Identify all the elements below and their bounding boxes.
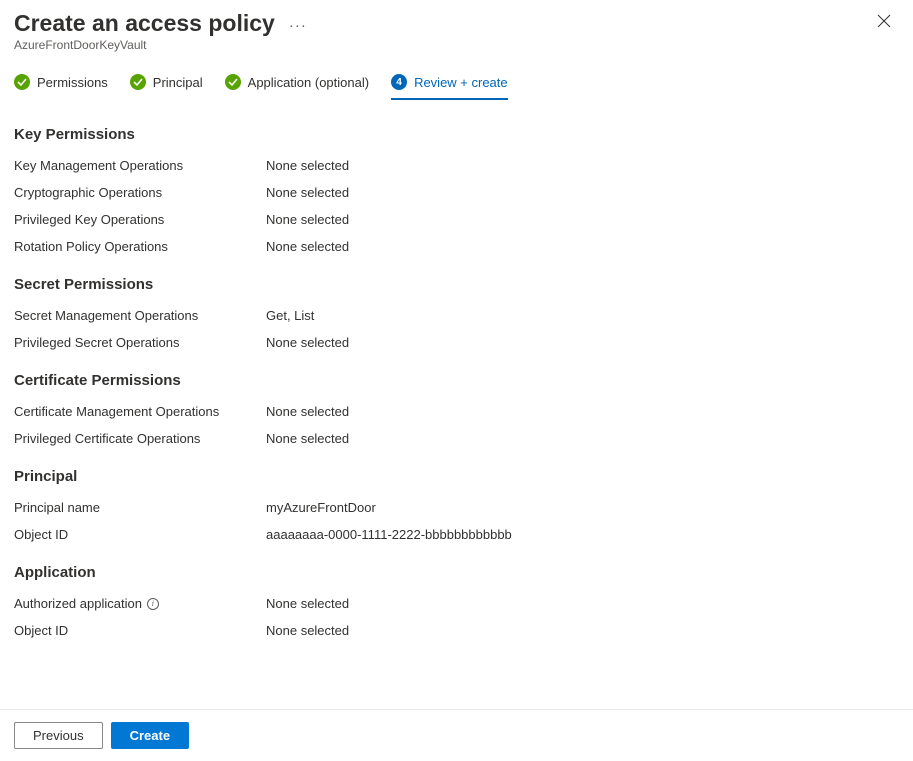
row-value: None selected [266, 334, 349, 352]
table-row: Object ID aaaaaaaa-0000-1111-2222-bbbbbb… [14, 526, 899, 544]
tab-label: Principal [153, 75, 203, 90]
table-row: Certificate Management Operations None s… [14, 403, 899, 421]
title-row: Create an access policy ··· [14, 10, 893, 37]
section-heading-certificate-permissions: Certificate Permissions [14, 372, 899, 389]
row-value: None selected [266, 157, 349, 175]
table-row: Authorized application i None selected [14, 595, 899, 613]
row-value: None selected [266, 211, 349, 229]
row-label: Object ID [14, 622, 266, 640]
table-row: Object ID None selected [14, 622, 899, 640]
row-label: Cryptographic Operations [14, 184, 266, 202]
wizard-tabs: Permissions Principal Application (optio… [0, 54, 913, 100]
row-label: Principal name [14, 499, 266, 517]
table-row: Privileged Secret Operations None select… [14, 334, 899, 352]
row-value: None selected [266, 238, 349, 256]
section-heading-application: Application [14, 564, 899, 581]
row-label-text: Authorized application [14, 595, 142, 613]
table-row: Privileged Certificate Operations None s… [14, 430, 899, 448]
step-number-icon: 4 [391, 74, 407, 90]
section-heading-key-permissions: Key Permissions [14, 126, 899, 143]
row-label: Privileged Certificate Operations [14, 430, 266, 448]
table-row: Privileged Key Operations None selected [14, 211, 899, 229]
previous-button[interactable]: Previous [14, 722, 103, 749]
tab-label: Permissions [37, 75, 108, 90]
wizard-footer: Previous Create [0, 709, 913, 761]
check-icon [14, 74, 30, 90]
row-label: Authorized application i [14, 595, 266, 613]
section-heading-principal: Principal [14, 468, 899, 485]
table-row: Cryptographic Operations None selected [14, 184, 899, 202]
table-row: Key Management Operations None selected [14, 157, 899, 175]
row-label: Privileged Key Operations [14, 211, 266, 229]
create-button[interactable]: Create [111, 722, 189, 749]
row-label: Privileged Secret Operations [14, 334, 266, 352]
check-icon [130, 74, 146, 90]
table-row: Principal name myAzureFrontDoor [14, 499, 899, 517]
table-row: Rotation Policy Operations None selected [14, 238, 899, 256]
page-header: Create an access policy ··· AzureFrontDo… [0, 0, 913, 54]
row-value: Get, List [266, 307, 314, 325]
row-value: None selected [266, 595, 349, 613]
tab-application[interactable]: Application (optional) [225, 74, 369, 100]
row-label: Secret Management Operations [14, 307, 266, 325]
tab-permissions[interactable]: Permissions [14, 74, 108, 100]
row-value: None selected [266, 430, 349, 448]
row-value: None selected [266, 403, 349, 421]
row-value: None selected [266, 184, 349, 202]
row-label: Certificate Management Operations [14, 403, 266, 421]
page-title: Create an access policy [14, 10, 275, 37]
tab-review-create[interactable]: 4 Review + create [391, 74, 508, 100]
tab-label: Review + create [414, 75, 508, 90]
row-value: myAzureFrontDoor [266, 499, 376, 517]
review-content: Key Permissions Key Management Operation… [0, 100, 913, 719]
more-icon[interactable]: ··· [289, 17, 307, 34]
row-label: Object ID [14, 526, 266, 544]
info-icon[interactable]: i [147, 598, 159, 610]
close-icon[interactable] [877, 14, 891, 28]
page-subtitle: AzureFrontDoorKeyVault [14, 38, 893, 52]
section-heading-secret-permissions: Secret Permissions [14, 276, 899, 293]
row-label: Rotation Policy Operations [14, 238, 266, 256]
tab-principal[interactable]: Principal [130, 74, 203, 100]
check-icon [225, 74, 241, 90]
table-row: Secret Management Operations Get, List [14, 307, 899, 325]
row-label: Key Management Operations [14, 157, 266, 175]
tab-label: Application (optional) [248, 75, 369, 90]
row-value: aaaaaaaa-0000-1111-2222-bbbbbbbbbbbb [266, 526, 512, 544]
row-value: None selected [266, 622, 349, 640]
